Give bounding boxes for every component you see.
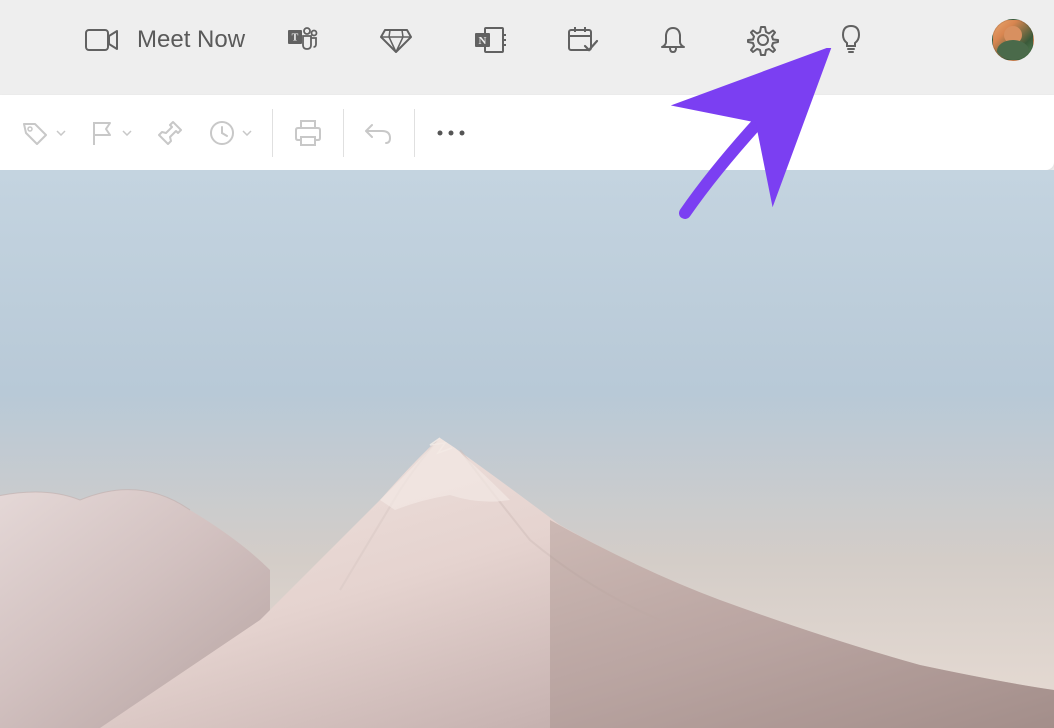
toolbar-divider — [343, 109, 344, 157]
lightbulb-icon[interactable] — [839, 24, 863, 56]
gear-icon[interactable] — [747, 24, 779, 56]
svg-text:T: T — [292, 33, 299, 44]
flag-icon — [90, 119, 116, 147]
bell-icon[interactable] — [659, 25, 687, 55]
calendar-check-icon[interactable] — [567, 25, 599, 55]
more-options-button[interactable] — [423, 112, 479, 154]
undo-icon — [364, 121, 394, 145]
print-icon — [293, 119, 323, 147]
secondary-bar — [0, 80, 1054, 170]
header-icons-group: T N — [285, 24, 863, 56]
onenote-icon[interactable]: N — [473, 25, 507, 55]
undo-button[interactable] — [352, 112, 406, 154]
tag-icon — [22, 120, 50, 146]
diamond-icon[interactable] — [379, 26, 413, 54]
meet-now-label: Meet Now — [137, 26, 245, 54]
svg-text:N: N — [479, 35, 487, 47]
chevron-down-icon — [56, 130, 66, 136]
flag-button[interactable] — [78, 112, 144, 154]
clock-icon — [208, 119, 236, 147]
pin-icon — [156, 119, 184, 147]
pin-button[interactable] — [144, 112, 196, 154]
meet-now-button[interactable]: Meet Now — [85, 26, 245, 54]
video-icon — [85, 28, 119, 52]
toolbar-divider — [414, 109, 415, 157]
tag-button[interactable] — [10, 112, 78, 154]
background-image — [0, 170, 1054, 728]
teams-icon[interactable]: T — [285, 25, 319, 55]
chevron-down-icon — [242, 130, 252, 136]
more-icon — [435, 129, 467, 137]
toolbar — [0, 95, 1054, 170]
avatar[interactable] — [992, 19, 1034, 61]
print-button[interactable] — [281, 112, 335, 154]
chevron-down-icon — [122, 130, 132, 136]
toolbar-divider — [272, 109, 273, 157]
content-area — [0, 170, 1054, 728]
snooze-button[interactable] — [196, 112, 264, 154]
header-bar: Meet Now T — [0, 0, 1054, 80]
